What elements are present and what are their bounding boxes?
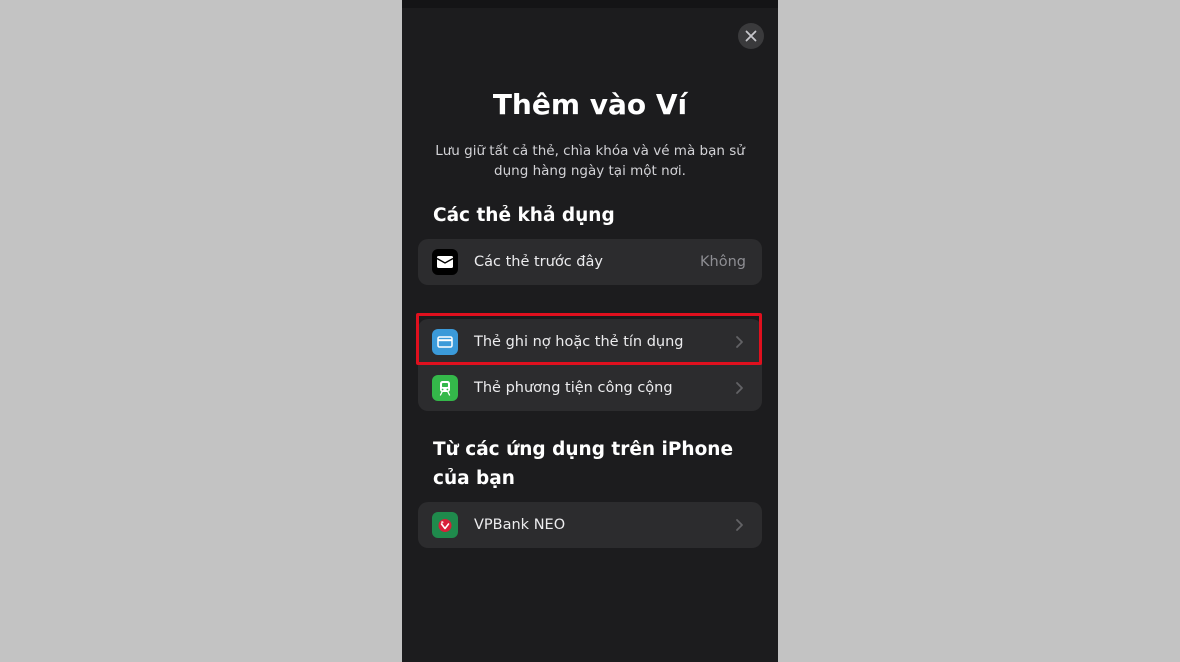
background-sheet-edge: [402, 0, 778, 8]
previous-cards-row[interactable]: Các thẻ trước đây Không: [418, 239, 762, 285]
vpbank-neo-label: VPBank NEO: [474, 517, 566, 533]
page-subtitle: Lưu giữ tất cả thẻ, chìa khóa và vé mà b…: [435, 143, 745, 179]
page-title: Thêm vào Ví: [492, 88, 688, 121]
credit-card-icon: [432, 329, 458, 355]
previous-cards-group: Các thẻ trước đây Không: [418, 239, 762, 285]
apps-group: VPBank NEO: [418, 502, 762, 548]
train-icon: [432, 375, 458, 401]
debit-credit-card-label: Thẻ ghi nợ hoặc thẻ tín dụng: [474, 334, 684, 350]
chevron-right-icon: [736, 336, 743, 348]
screenshot-stage: Thêm vào Ví Lưu giữ tất cả thẻ, chìa khó…: [0, 0, 1180, 662]
chevron-right-icon: [736, 519, 743, 531]
close-icon: [745, 30, 757, 42]
transit-card-row[interactable]: Thẻ phương tiện công cộng: [418, 365, 762, 411]
vpbank-neo-row[interactable]: VPBank NEO: [418, 502, 762, 548]
add-to-wallet-sheet: Thêm vào Ví Lưu giữ tất cả thẻ, chìa khó…: [402, 8, 778, 662]
chevron-right-icon: [736, 382, 743, 394]
available-cards-heading: Các thẻ khả dụng: [433, 205, 615, 226]
previous-cards-value: Không: [700, 254, 746, 270]
transit-card-label: Thẻ phương tiện công cộng: [474, 380, 673, 396]
from-apps-heading: Từ các ứng dụng trên iPhone của bạn: [433, 439, 734, 489]
previous-cards-label: Các thẻ trước đây: [474, 254, 603, 270]
phone-screen: Thêm vào Ví Lưu giữ tất cả thẻ, chìa khó…: [402, 0, 778, 662]
add-options-group: Thẻ ghi nợ hoặc thẻ tín dụng Thẻ phương …: [418, 319, 762, 411]
wallet-icon: [432, 249, 458, 275]
vpbank-neo-app-icon: [432, 512, 458, 538]
close-button[interactable]: [738, 23, 764, 49]
debit-credit-card-row[interactable]: Thẻ ghi nợ hoặc thẻ tín dụng: [418, 319, 762, 365]
